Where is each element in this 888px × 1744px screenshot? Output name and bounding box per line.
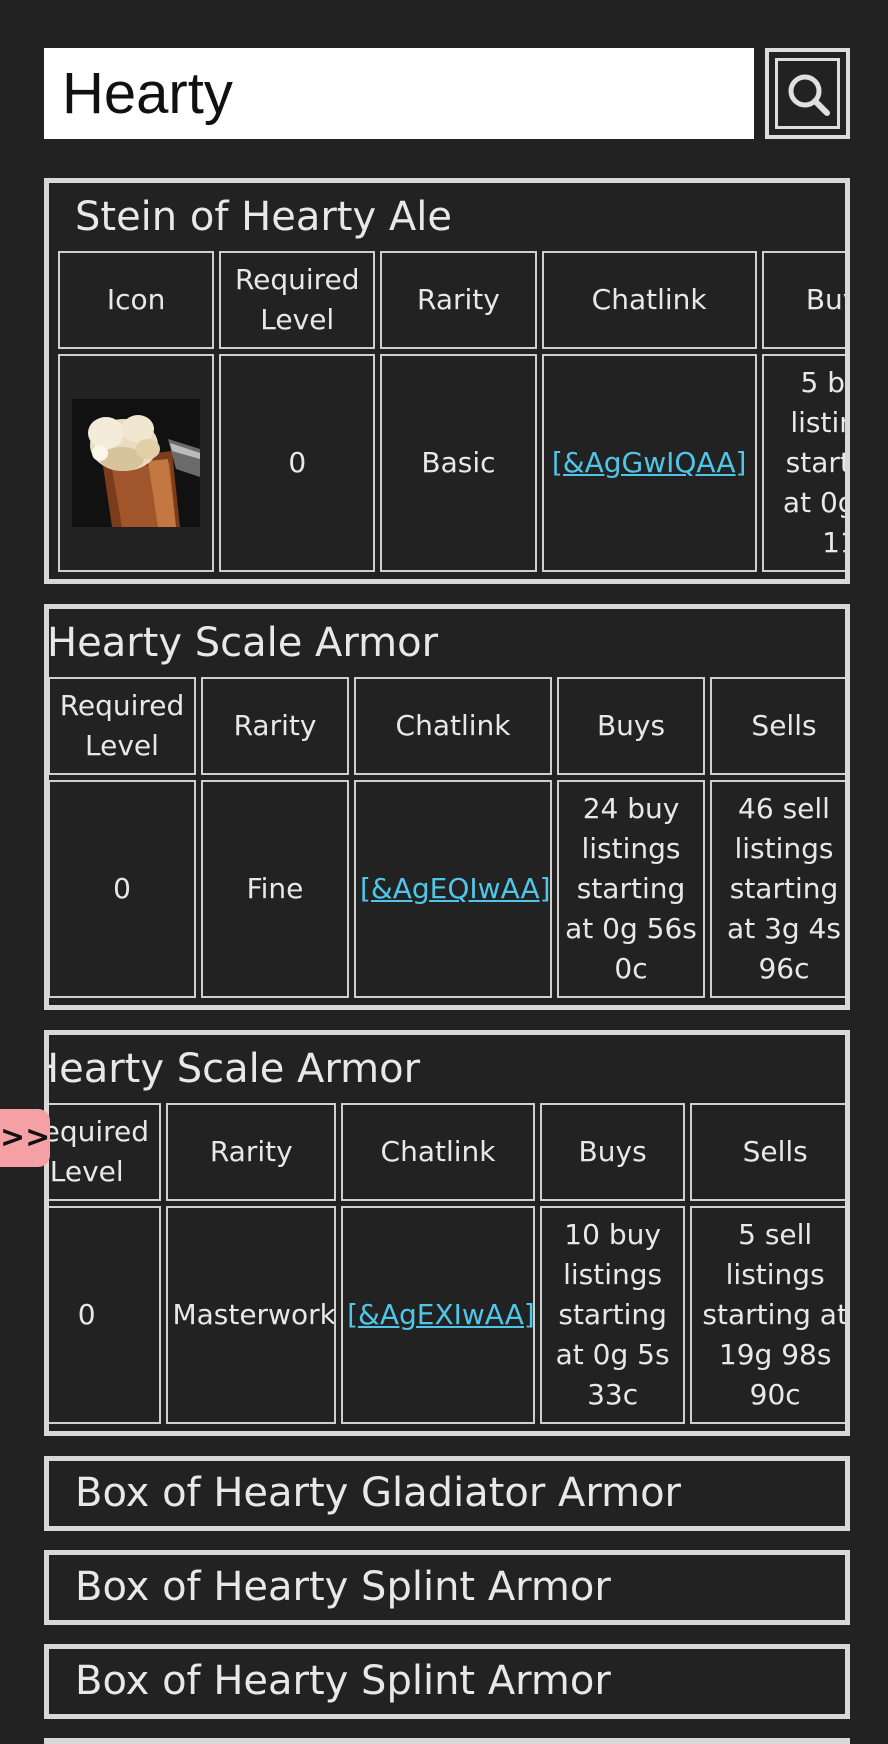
chatlink-link[interactable]: [&AgEQIwAA] [360,872,550,905]
item-title: Hearty Scale Armor [44,1046,421,1092]
result-card[interactable]: Box of Hearty Splint Armor [44,1550,850,1625]
item-table: Required Level Rarity Chatlink Buys Sell… [49,1098,845,1429]
cell-icon [58,354,215,572]
item-title: Box of Hearty Gladiator Armor [75,1470,681,1516]
result-card[interactable]: Box of Hearty Gladiator Armor [44,1456,850,1531]
search-button[interactable] [765,48,850,139]
cell-buys: 5 buy listings starting at 0g 0s 11 [761,354,845,572]
cell-rarity: Masterwork [166,1206,337,1424]
header-icon: Icon [58,251,215,349]
cell-required-level: 0 [219,354,376,572]
cell-buys: 10 buy listings starting at 0g 5s 33c [539,1206,686,1424]
item-title: Stein of Hearty Ale [75,194,452,240]
cell-chatlink: [&AgEXIwAA] [341,1206,535,1424]
header-required-level: Required Level [219,251,376,349]
cell-rarity: Fine [201,780,349,998]
cell-sells: 46 sell listings starting at 3g 4s 96c [710,780,845,998]
chatlink-link[interactable]: [&AgGwIQAA] [552,446,747,479]
header-chatlink: Chatlink [341,1103,535,1201]
header-rarity: Rarity [380,251,537,349]
cell-required-level: 0 [49,780,196,998]
header-required-level: Required Level [49,1103,162,1201]
item-title: Hearty Scale Armor [47,620,439,666]
stein-of-ale-icon [72,399,201,527]
side-panel-toggle[interactable]: >> [0,1109,50,1167]
header-rarity: Rarity [201,677,349,775]
result-card[interactable]: Box of Hearty Splint Armor [44,1644,850,1719]
item-table: Icon Required Level Rarity Chatlink Buys [53,246,845,577]
header-chatlink: Chatlink [354,677,552,775]
item-title: Box of Hearty Splint Armor [75,1658,611,1704]
result-card[interactable]: Hearty Scale Armor Required Level Rarity… [44,1030,850,1436]
header-buys: Buys [557,677,705,775]
cell-required-level: 0 [49,1206,162,1424]
search-input[interactable] [44,48,754,139]
header-buys: Buys [539,1103,686,1201]
chatlink-link[interactable]: [&AgEXIwAA] [347,1298,533,1331]
cell-chatlink: [&AgEQIwAA] [354,780,552,998]
item-title: Box of Hearty Splint Armor [75,1564,611,1610]
header-required-level: Required Level [49,677,196,775]
header-rarity: Rarity [166,1103,337,1201]
header-sells: Sells [690,1103,845,1201]
header-buys: Buys [761,251,845,349]
cell-sells: 5 sell listings starting at 19g 98s 90c [690,1206,845,1424]
cell-rarity: Basic [380,354,537,572]
item-table: Required Level Rarity Chatlink Buys Sell… [49,672,845,1003]
result-card[interactable]: Stein of Hearty Ale Icon Required Level … [44,178,850,584]
search-bar [44,48,850,139]
next-card-edge [44,1738,850,1744]
cell-buys: 24 buy listings starting at 0g 56s 0c [557,780,705,998]
header-chatlink: Chatlink [541,251,757,349]
header-sells: Sells [710,677,845,775]
cell-chatlink: [&AgGwIQAA] [541,354,757,572]
search-icon [788,74,830,116]
result-card[interactable]: Hearty Scale Armor Required Level Rarity… [44,604,850,1010]
